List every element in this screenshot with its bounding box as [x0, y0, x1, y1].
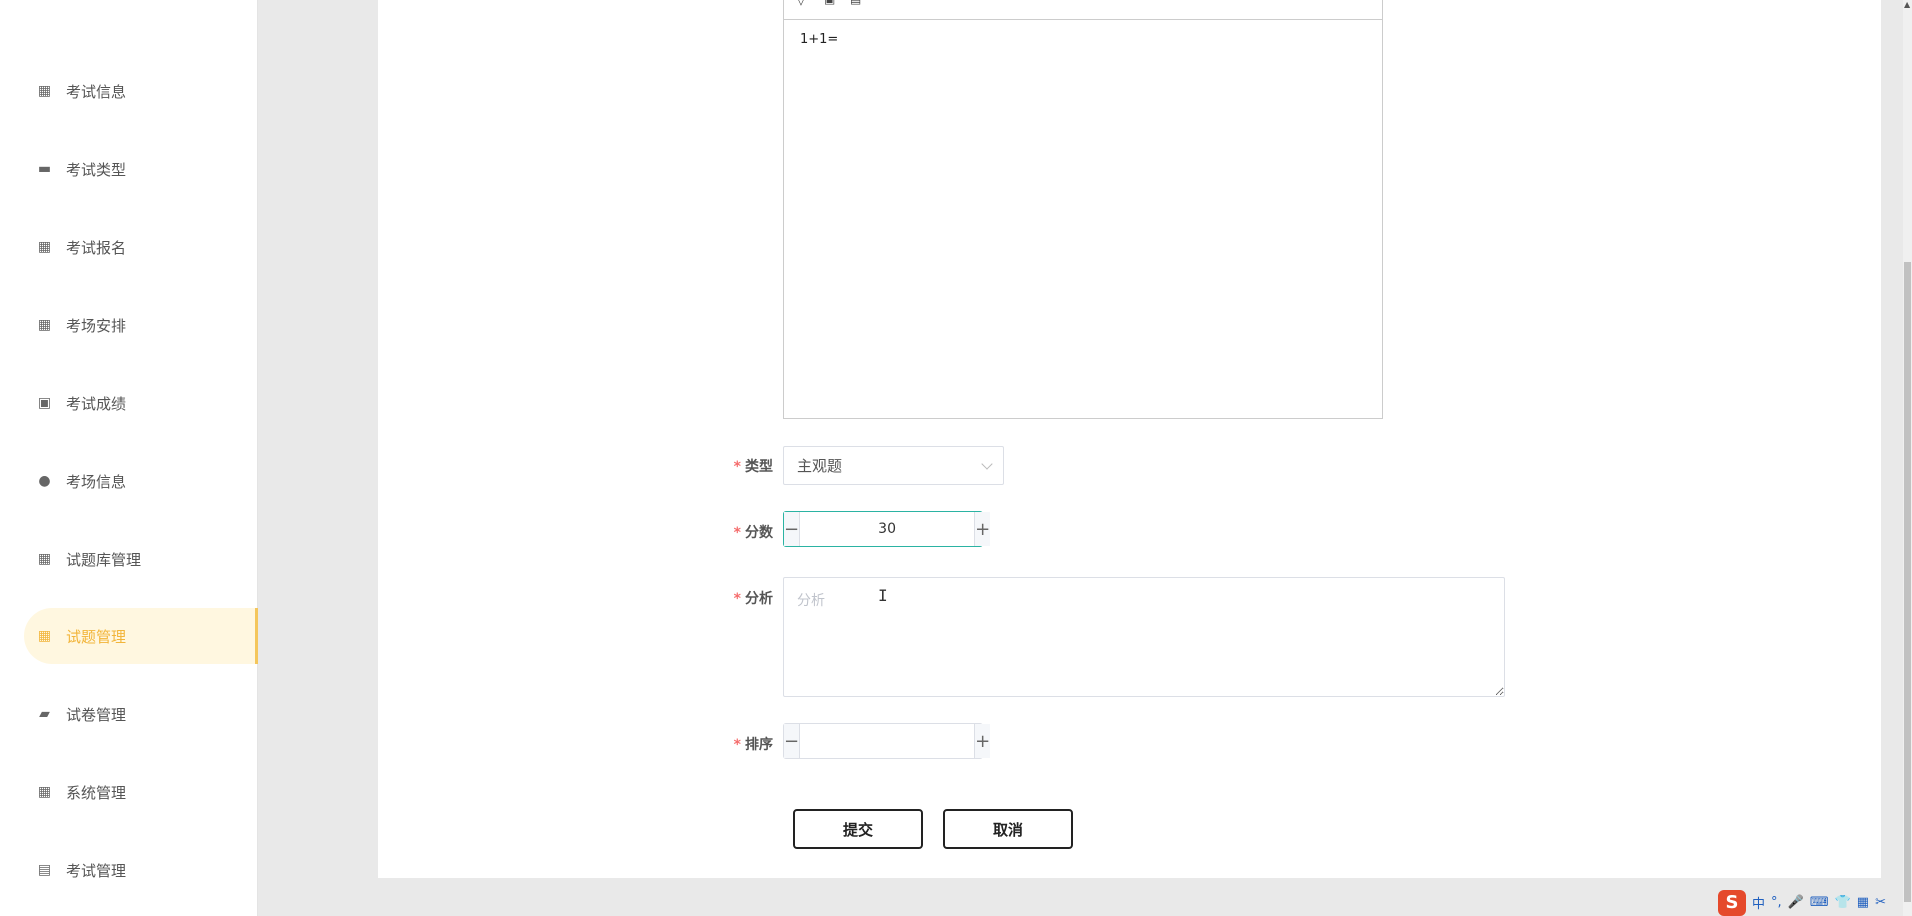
- score-stepper[interactable]: − +: [783, 511, 991, 547]
- scrollbar-thumb[interactable]: [1904, 262, 1911, 902]
- text-cursor-icon: I: [878, 586, 888, 605]
- order-label: * 排序: [733, 737, 773, 753]
- sogou-logo-icon[interactable]: S: [1718, 889, 1746, 916]
- score-increment-button[interactable]: +: [974, 512, 991, 546]
- ime-skin-icon[interactable]: 👕: [1835, 895, 1851, 910]
- scroll-up-arrow-icon[interactable]: ▲: [1904, 0, 1910, 9]
- sidebar: ▦ 考试信息 ▬ 考试类型 ▦ 考试报名 ▦ 考场安排 ▣ 考试成绩 ● 考场信…: [0, 0, 258, 916]
- analysis-textarea[interactable]: [783, 577, 1505, 697]
- sidebar-item-exam-info[interactable]: ▦ 考试信息: [24, 63, 258, 119]
- ime-mic-icon[interactable]: 🎤: [1788, 895, 1804, 910]
- score-input[interactable]: [800, 512, 975, 546]
- leaf-icon: ●: [38, 473, 51, 489]
- order-increment-button[interactable]: +: [974, 724, 991, 758]
- sidebar-item-label: 系统管理: [66, 783, 127, 802]
- required-mark: *: [733, 525, 741, 541]
- sidebar-item-question-management[interactable]: ▦ 试题管理: [24, 608, 258, 664]
- page-scrollbar[interactable]: ▲: [1903, 0, 1912, 916]
- clipboard-x-icon: ▣: [37, 395, 52, 411]
- sidebar-item-label: 考场安排: [66, 316, 127, 335]
- type-select[interactable]: 主观题: [783, 446, 1004, 485]
- order-stepper[interactable]: − +: [783, 723, 991, 759]
- ticket-icon: ▬: [37, 161, 52, 177]
- type-select-value: 主观题: [797, 457, 843, 475]
- grid-icon: ▦: [37, 551, 52, 567]
- question-editor[interactable]: ◊ ▣ ▤ 1+1=: [783, 0, 1383, 419]
- sidebar-item-exam-scores[interactable]: ▣ 考试成绩: [24, 375, 258, 431]
- location-icon[interactable]: ◊: [798, 0, 812, 7]
- score-label: * 分数: [733, 525, 773, 541]
- grid-icon: ▦: [37, 784, 52, 800]
- sidebar-item-system-management[interactable]: ▦ 系统管理: [24, 764, 258, 820]
- cancel-button[interactable]: 取消: [943, 809, 1073, 849]
- sidebar-item-label: 考试管理: [66, 861, 127, 880]
- sidebar-item-question-bank[interactable]: ▦ 试题库管理: [24, 531, 258, 587]
- chevron-down-icon: [981, 458, 993, 470]
- submit-button[interactable]: 提交: [793, 809, 923, 849]
- sidebar-item-exam-room-info[interactable]: ● 考场信息: [24, 453, 258, 509]
- sidebar-item-label: 考试报名: [66, 238, 127, 257]
- editor-content[interactable]: 1+1=: [784, 20, 1382, 59]
- sidebar-item-exam-type[interactable]: ▬ 考试类型: [24, 141, 258, 197]
- sidebar-item-label: 试卷管理: [66, 705, 127, 724]
- ime-tool-icon[interactable]: ✂: [1875, 895, 1886, 910]
- wallet-icon: ▰: [39, 706, 50, 722]
- required-mark: *: [733, 591, 741, 607]
- sidebar-item-label: 试题管理: [66, 627, 127, 646]
- grid-icon: ▦: [37, 239, 52, 255]
- order-input[interactable]: [800, 724, 975, 758]
- sidebar-item-label: 考试信息: [66, 82, 127, 101]
- order-decrement-button[interactable]: −: [784, 724, 801, 758]
- ime-punctuation-icon[interactable]: °,: [1771, 895, 1782, 910]
- analysis-label: * 分析: [733, 591, 773, 607]
- ime-chinese-mode[interactable]: 中: [1752, 893, 1765, 912]
- editor-toolbar: ◊ ▣ ▤: [784, 0, 1382, 20]
- grid-icon: ▦: [37, 317, 52, 333]
- sidebar-item-label: 考场信息: [66, 472, 127, 491]
- grid-icon: ▦: [37, 628, 52, 644]
- ime-keyboard-icon[interactable]: ⌨: [1810, 895, 1829, 910]
- required-mark: *: [733, 737, 741, 753]
- grid-icon: ▦: [37, 83, 52, 99]
- sidebar-item-exam-registration[interactable]: ▦ 考试报名: [24, 219, 258, 275]
- type-label: * 类型: [733, 459, 773, 475]
- score-decrement-button[interactable]: −: [784, 512, 801, 546]
- sidebar-item-label: 试题库管理: [66, 550, 142, 569]
- image-icon[interactable]: ▣: [824, 0, 838, 7]
- sidebar-item-exam-room-arrangement[interactable]: ▦ 考场安排: [24, 297, 258, 353]
- briefcase-icon: ▤: [37, 862, 52, 878]
- ime-toolbar: S 中 °, 🎤 ⌨ 👕 ▦ ✂: [1716, 889, 1912, 916]
- required-mark: *: [733, 459, 741, 475]
- sidebar-item-exam-management[interactable]: ▤ 考试管理: [24, 842, 258, 898]
- file-icon[interactable]: ▤: [850, 0, 864, 7]
- sidebar-item-label: 考试类型: [66, 160, 127, 179]
- sidebar-item-paper-management[interactable]: ▰ 试卷管理: [24, 686, 258, 742]
- ime-toolbox-icon[interactable]: ▦: [1857, 895, 1869, 910]
- sidebar-item-label: 考试成绩: [66, 394, 127, 413]
